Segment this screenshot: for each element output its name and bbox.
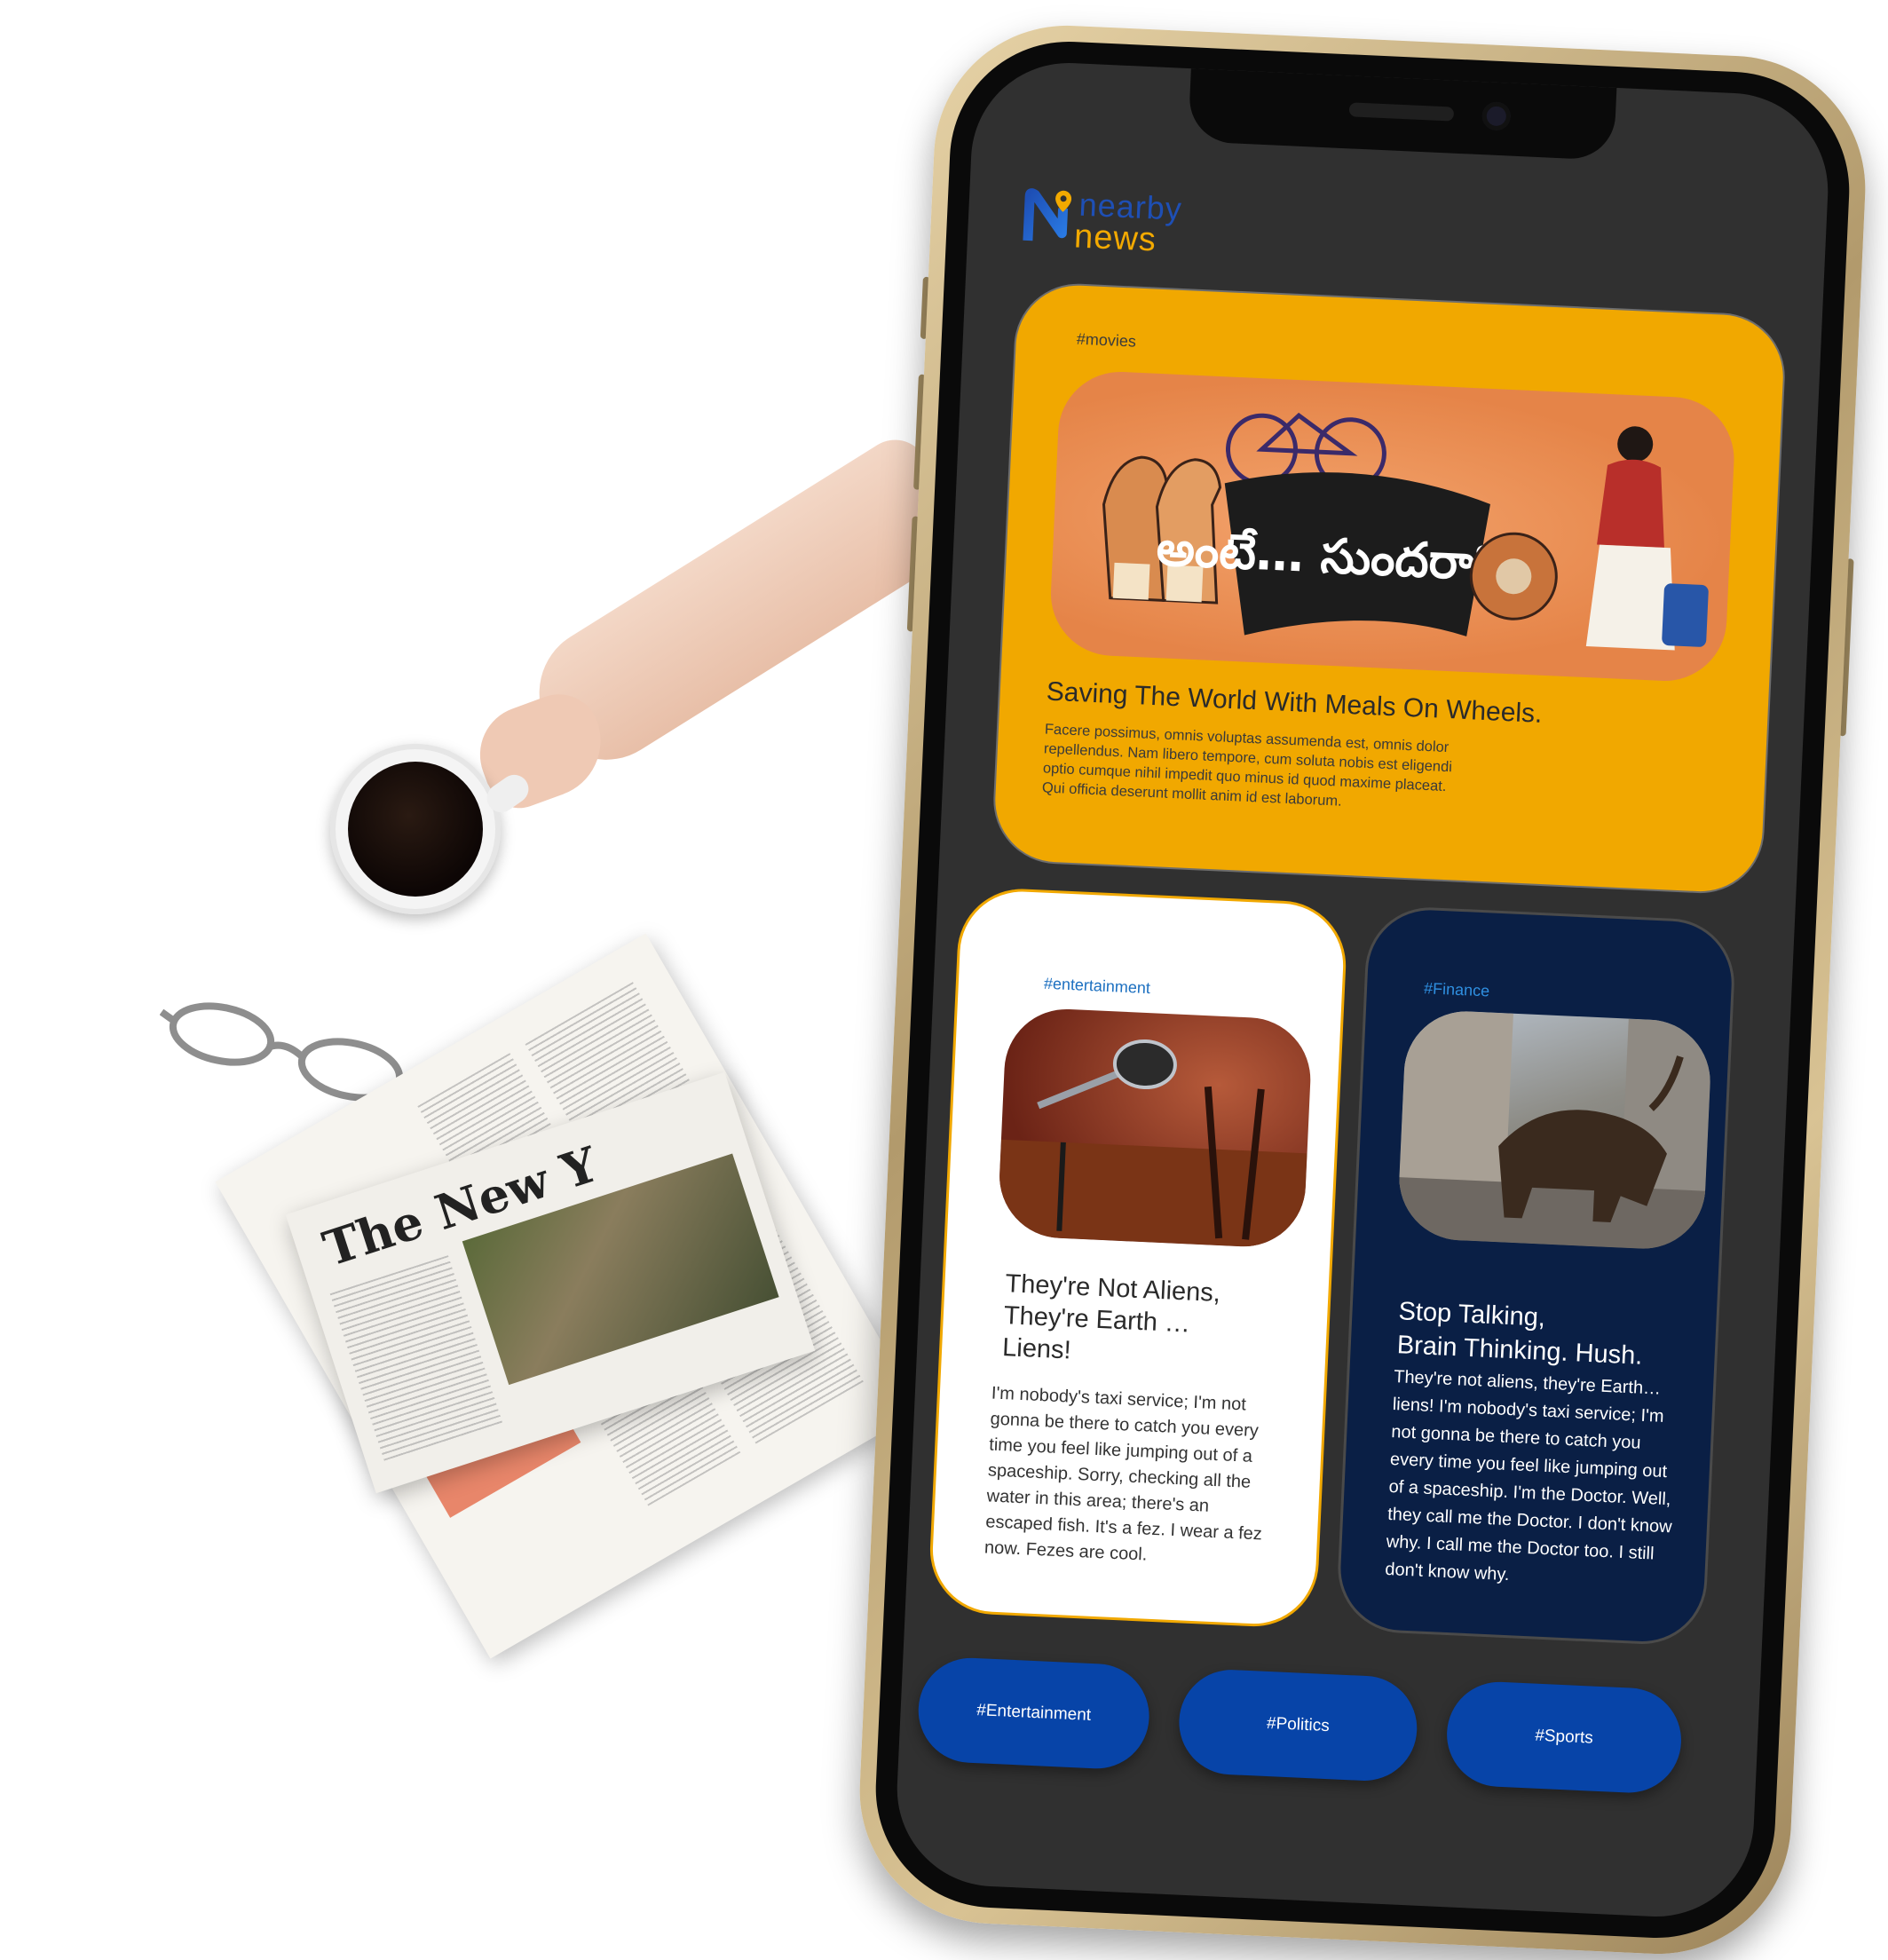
logo-word-news: news bbox=[1073, 217, 1157, 259]
speaker-grille bbox=[1348, 102, 1455, 122]
suitcase-icon bbox=[1662, 583, 1709, 647]
entertainment-headline[interactable]: They're Not Aliens, They're Earth …Liens… bbox=[1001, 1268, 1236, 1374]
movie-poster-illustration: అంటే… సుందరానికీ! bbox=[1102, 412, 1709, 651]
logo-n-pin-icon bbox=[1023, 188, 1072, 241]
category-button-entertainment[interactable]: #Entertainment bbox=[916, 1656, 1152, 1771]
featured-news-card[interactable]: #movies అంటే… సుందరానికీ! Saving The Wor… bbox=[992, 282, 1786, 895]
movie-banner-image: అంటే… సుందరానికీ! bbox=[1047, 368, 1737, 684]
app-screen: nearby news #movies అంటే… సుందరానికీ! Sa… bbox=[892, 59, 1833, 1921]
entertainment-summary: I'm nobody's taxi service; I'm not gonna… bbox=[983, 1383, 1263, 1565]
charging-bull-icon bbox=[1396, 1008, 1713, 1252]
background-scene: The New Y bbox=[0, 0, 976, 1956]
phone-mockup: nearby news #movies అంటే… సుందరానికీ! Sa… bbox=[854, 20, 1871, 1960]
entertainment-news-card[interactable]: #entertainment They're Not Aliens, They'… bbox=[929, 889, 1347, 1627]
featured-headline[interactable]: Saving The World With Meals On Wheels. bbox=[1046, 677, 1543, 730]
coffee bbox=[348, 762, 483, 897]
featured-tag[interactable]: #movies bbox=[1076, 330, 1136, 352]
finance-summary: They're not aliens, they're Earth…liens!… bbox=[1384, 1367, 1673, 1585]
microphone-icon bbox=[997, 1039, 1307, 1250]
entertainment-image bbox=[997, 1006, 1314, 1250]
coffee-cup bbox=[330, 744, 534, 914]
finance-image bbox=[1396, 1008, 1713, 1252]
entertainment-tag[interactable]: #entertainment bbox=[1043, 975, 1151, 998]
finance-tag[interactable]: #Finance bbox=[1424, 979, 1490, 1000]
category-button-politics[interactable]: #Politics bbox=[1176, 1667, 1419, 1783]
featured-summary: Facere possimus, omnis voluptas assumend… bbox=[1041, 721, 1453, 810]
category-button-sports[interactable]: #Sports bbox=[1444, 1679, 1684, 1796]
app-logo[interactable]: nearby news bbox=[1022, 186, 1255, 267]
front-camera-icon bbox=[1481, 101, 1512, 131]
finance-news-card[interactable]: #Finance Stop Talking, Brain Thinking. H… bbox=[1338, 907, 1734, 1645]
finance-headline[interactable]: Stop Talking, Brain Thinking. Hush. bbox=[1396, 1294, 1645, 1372]
